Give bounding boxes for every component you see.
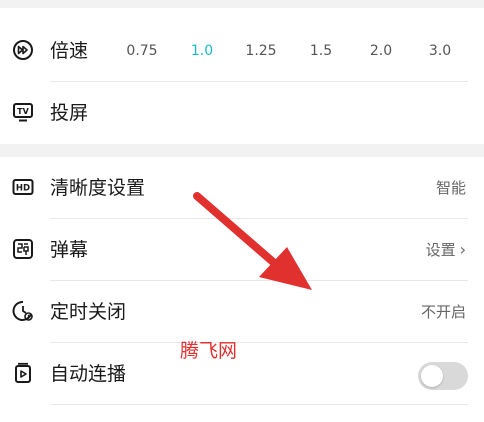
svg-text:TV: TV [17, 107, 29, 116]
autoplay-icon [12, 362, 34, 384]
settings-card: HD 清晰度设置 智能 弹幕 设置 › 定时关闭 不开启 自动连播 [0, 157, 484, 422]
autoplay-toggle[interactable] [418, 362, 468, 390]
cast-label: 投屏 [50, 102, 89, 124]
speed-option-3.0[interactable]: 3.0 [410, 20, 470, 82]
speed-option-1.5[interactable]: 1.5 [291, 20, 351, 82]
quality-label: 清晰度设置 [50, 177, 146, 199]
timer-value: 不开启 [420, 303, 466, 321]
speed-option-2.0[interactable]: 2.0 [351, 20, 411, 82]
quality-row[interactable]: HD 清晰度设置 智能 [0, 157, 484, 219]
toggle-knob [421, 365, 443, 387]
playback-card: 倍速 0.75 1.0 1.25 1.5 2.0 3.0 TV 投屏 [0, 8, 484, 144]
svg-text:HD: HD [16, 184, 30, 194]
danmaku-value: 设置 [425, 241, 456, 259]
watermark-text: 腾飞网 [180, 340, 238, 362]
quality-value: 智能 [435, 179, 466, 197]
hd-icon: HD [12, 176, 34, 198]
timer-icon [12, 300, 34, 322]
timer-label: 定时关闭 [50, 301, 127, 323]
danmaku-settings-link[interactable]: 设置 › [426, 219, 466, 281]
speed-icon [12, 39, 34, 61]
speed-option-1.0[interactable]: 1.0 [172, 20, 232, 82]
autoplay-label: 自动连播 [50, 363, 127, 385]
cast-row[interactable]: TV 投屏 [0, 82, 484, 144]
speed-row: 倍速 0.75 1.0 1.25 1.5 2.0 3.0 [0, 20, 484, 82]
autoplay-row: 自动连播 [0, 343, 484, 405]
tv-icon: TV [12, 101, 34, 123]
timer-row[interactable]: 定时关闭 不开启 [0, 281, 484, 343]
danmaku-row[interactable]: 弹幕 设置 › [0, 219, 484, 281]
speed-option-0.75[interactable]: 0.75 [112, 20, 172, 82]
chevron-right-icon: › [459, 240, 466, 259]
danmaku-label: 弹幕 [50, 239, 89, 261]
top-spacer [0, 0, 484, 8]
danmaku-icon [12, 238, 34, 260]
divider [50, 404, 468, 405]
speed-label: 倍速 [50, 40, 89, 62]
speed-option-1.25[interactable]: 1.25 [231, 20, 291, 82]
speed-options: 0.75 1.0 1.25 1.5 2.0 3.0 [112, 20, 462, 82]
